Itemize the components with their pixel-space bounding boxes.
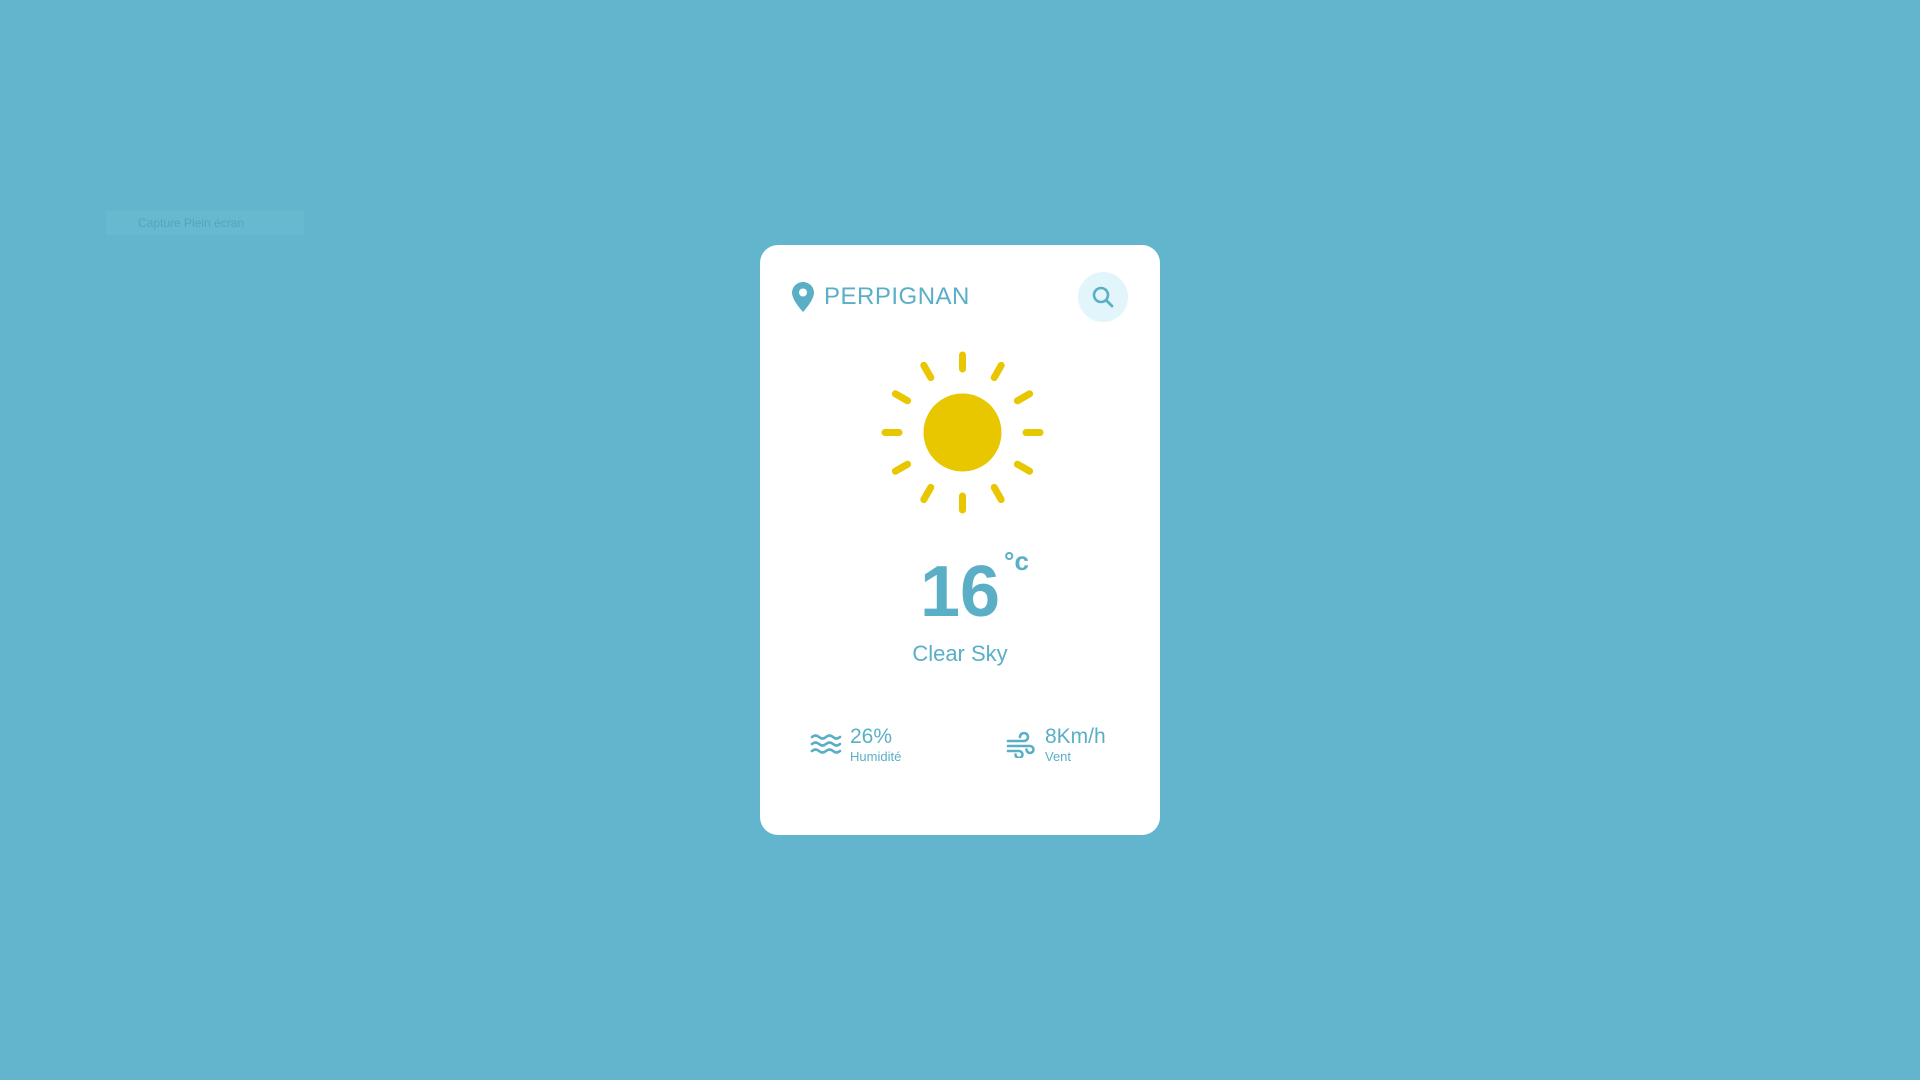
temperature: 16 °c [919, 546, 1029, 634]
humidity-stat: 26% Humidité [810, 725, 901, 765]
humidity-value: 26% [850, 725, 893, 748]
humidity-text: 26% Humidité [850, 725, 901, 765]
wind-value: 8Km/h [1045, 725, 1106, 748]
weather-condition: Clear Sky [912, 641, 1008, 666]
temperature-block: 16 °c [760, 546, 1160, 634]
fullscreen-capture-overlay[interactable]: Capture Plein écran [106, 211, 304, 235]
city-name: PERPIGNAN [824, 283, 970, 310]
waves-icon [810, 734, 842, 754]
location: PERPIGNAN [792, 282, 970, 312]
search-button[interactable] [1078, 272, 1128, 322]
temperature-value: 16 [919, 552, 1001, 632]
search-icon [1092, 286, 1114, 308]
humidity-label: Humidité [850, 749, 902, 764]
wind-label: Vent [1045, 749, 1072, 764]
temperature-unit: °c [1004, 546, 1029, 576]
sun-icon [881, 351, 1044, 514]
wind-icon [1006, 732, 1035, 758]
wind-stat: 8Km/h Vent [1005, 725, 1106, 765]
card-header: PERPIGNAN [792, 272, 1128, 322]
location-pin-icon [792, 282, 814, 312]
weather-card: PERPIGNAN 16 °c Clear Sky 26% Humidité 8… [760, 245, 1160, 835]
wind-text: 8Km/h Vent [1045, 725, 1106, 765]
